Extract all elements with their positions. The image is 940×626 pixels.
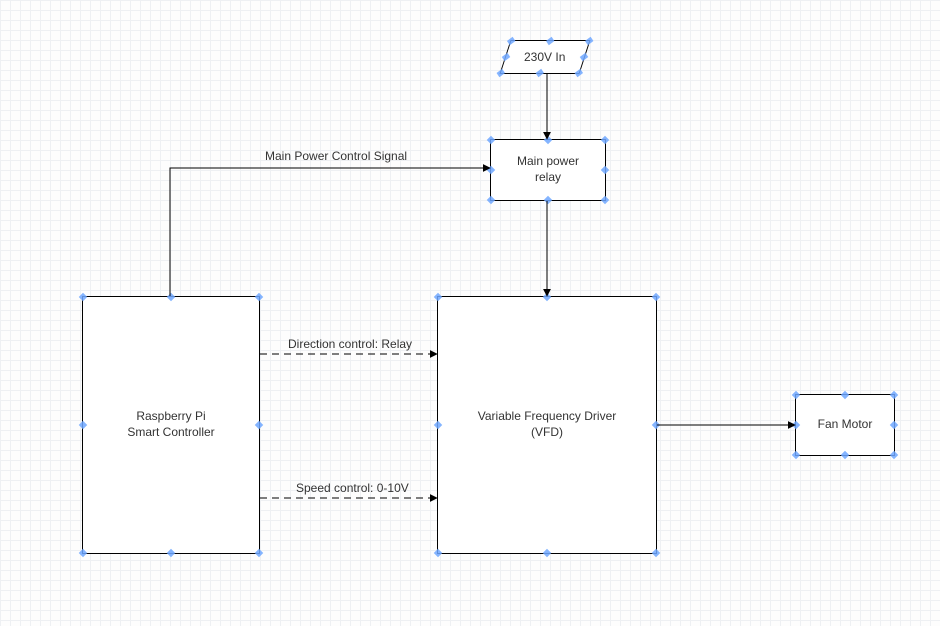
arrows-layer bbox=[0, 0, 940, 626]
diagram-canvas: 230V In Main power relay Raspberry Pi Sm… bbox=[0, 0, 940, 626]
edge-rpi-to-relay bbox=[170, 168, 490, 296]
